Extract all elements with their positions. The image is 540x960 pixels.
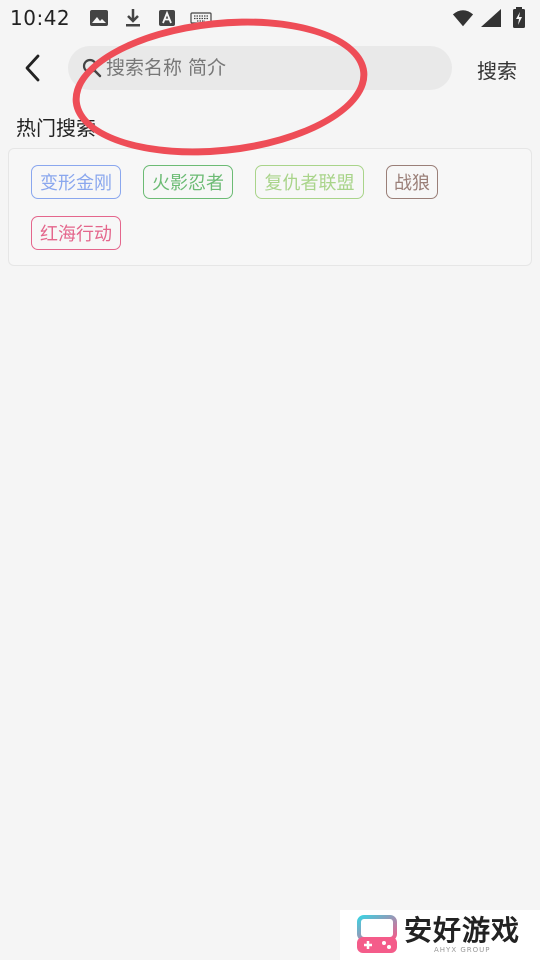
- image-icon: [88, 7, 110, 29]
- chevron-left-icon: [25, 54, 40, 82]
- hot-tag-1[interactable]: 变形金刚: [31, 165, 121, 199]
- back-button[interactable]: [14, 50, 50, 86]
- search-header: 搜索: [0, 36, 540, 100]
- search-box[interactable]: [68, 46, 452, 90]
- status-notification-icons: [88, 7, 212, 29]
- search-button[interactable]: 搜索: [470, 50, 524, 88]
- hot-tag-5[interactable]: 红海行动: [31, 216, 121, 250]
- search-icon: [82, 58, 102, 78]
- hot-tag-label: 战狼: [394, 173, 430, 194]
- a-icon: [156, 7, 178, 29]
- hot-search-title: 热门搜索: [16, 116, 96, 140]
- hot-search-card: 变形金刚 火影忍者 复仇者联盟 战狼 红海行动: [8, 148, 532, 266]
- download-icon: [122, 7, 144, 29]
- battery-icon: [508, 7, 530, 29]
- watermark-text: 安好游戏: [404, 914, 521, 947]
- hot-tag-label: 变形金刚: [40, 173, 112, 194]
- watermark-text-wrap: 安好游戏 AHYX GROUP: [404, 914, 521, 955]
- status-bar: 10:42: [0, 0, 540, 36]
- watermark-logo: 安好游戏 AHYX GROUP: [340, 910, 540, 960]
- search-input[interactable]: [106, 48, 426, 88]
- signal-icon: [480, 7, 502, 29]
- keyboard-icon: [190, 7, 212, 29]
- hot-tag-3[interactable]: 复仇者联盟: [255, 165, 364, 199]
- hot-tag-label: 红海行动: [40, 224, 112, 245]
- hot-tag-label: 复仇者联盟: [264, 173, 355, 194]
- status-system-icons: [452, 7, 530, 29]
- hot-tag-2[interactable]: 火影忍者: [143, 165, 233, 199]
- hot-tag-label: 火影忍者: [152, 173, 224, 194]
- wifi-icon: [452, 7, 474, 29]
- gamepad-logo-icon: [356, 915, 398, 955]
- status-time: 10:42: [10, 6, 71, 30]
- hot-tag-4[interactable]: 战狼: [386, 165, 438, 199]
- search-screen: 10:42 搜索名称 简介 搜索 热门搜索 变形金刚 火影忍者 复仇者联盟 战狼…: [0, 0, 540, 960]
- watermark-subtext: AHYX GROUP: [434, 946, 491, 954]
